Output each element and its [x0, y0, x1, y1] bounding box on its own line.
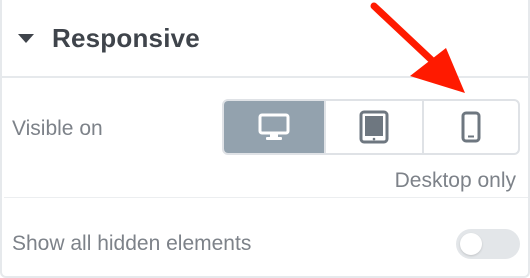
desktop-icon — [258, 113, 290, 140]
device-visibility-group — [222, 99, 520, 155]
tablet-icon — [359, 110, 389, 144]
section-title: Responsive — [52, 23, 200, 53]
caret-down-icon[interactable] — [18, 34, 34, 43]
toggle-knob — [460, 233, 482, 255]
tablet-device-button[interactable] — [324, 101, 422, 153]
section-divider — [4, 197, 528, 198]
visibility-caption: Desktop only — [394, 169, 516, 192]
responsive-section-header[interactable]: Responsive — [2, 0, 528, 78]
desktop-device-button[interactable] — [224, 101, 324, 153]
responsive-panel: Responsive Visible on Desktop only Show … — [0, 0, 530, 278]
visible-on-label: Visible on — [12, 117, 103, 140]
mobile-icon — [461, 111, 481, 143]
show-hidden-elements-toggle[interactable] — [456, 229, 520, 259]
mobile-device-button[interactable] — [422, 101, 518, 153]
show-hidden-elements-label: Show all hidden elements — [12, 232, 252, 255]
